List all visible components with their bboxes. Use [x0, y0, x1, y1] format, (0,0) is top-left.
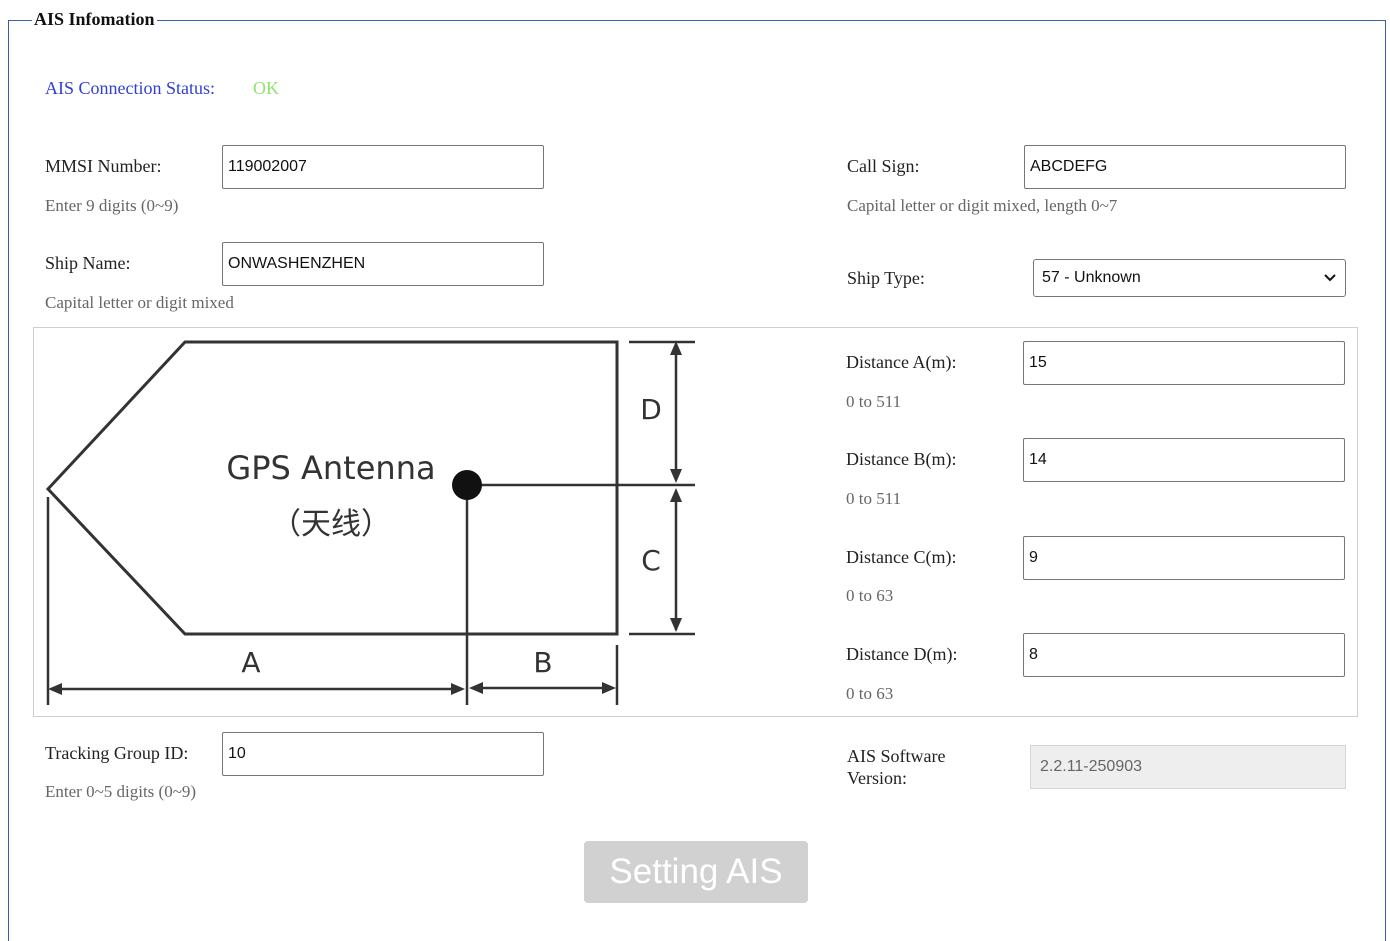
dimension-b-label: B [533, 646, 552, 679]
distance-c-label: Distance C(m): [846, 547, 957, 567]
section-title: AIS Infomation [32, 9, 157, 30]
ship-type-selected: 57 - Unknown [1042, 269, 1141, 286]
gps-antenna-dot [452, 470, 482, 500]
tracking-group-input[interactable] [222, 732, 544, 776]
ship-name-label: Ship Name: [45, 253, 131, 273]
distance-c-hint: 0 to 63 [846, 586, 894, 605]
distance-b-hint: 0 to 511 [846, 489, 902, 508]
distance-a-hint: 0 to 511 [846, 392, 902, 411]
ship-type-label: Ship Type: [847, 268, 925, 288]
call-sign-hint: Capital letter or digit mixed, length 0~… [847, 196, 1118, 215]
tracking-group-label: Tracking Group ID: [45, 743, 189, 763]
setting-ais-button[interactable]: Setting AIS [584, 841, 808, 903]
chevron-down-icon [1324, 260, 1336, 309]
ship-name-input[interactable] [222, 242, 544, 286]
antenna-position-diagram: GPS Antenna （天线） D C A B [45, 340, 695, 705]
software-version-label: AIS Software Version: [847, 745, 945, 789]
ship-hull-outline [45, 340, 619, 636]
distance-d-hint: 0 to 63 [846, 684, 894, 703]
call-sign-label: Call Sign: [847, 156, 920, 176]
dimension-a-label: A [241, 646, 260, 679]
mmsi-hint: Enter 9 digits (0~9) [45, 196, 179, 215]
distance-a-input[interactable] [1023, 341, 1345, 385]
distance-d-label: Distance D(m): [846, 644, 958, 664]
call-sign-input[interactable] [1024, 145, 1346, 189]
antenna-label: GPS Antenna [226, 449, 435, 487]
tracking-group-hint: Enter 0~5 digits (0~9) [45, 782, 197, 801]
mmsi-label: MMSI Number: [45, 156, 162, 176]
software-version-label-line2: Version: [847, 768, 907, 788]
connection-status-value: OK [253, 78, 279, 98]
ship-type-select[interactable]: 57 - Unknown [1033, 259, 1346, 297]
distance-b-input[interactable] [1023, 438, 1345, 482]
ship-name-hint: Capital letter or digit mixed [45, 293, 234, 312]
dimension-d-label: D [640, 393, 662, 426]
software-version-field: 2.2.11-250903 [1030, 745, 1346, 789]
connection-status-label: AIS Connection Status: [45, 78, 215, 98]
distance-b-label: Distance B(m): [846, 449, 957, 469]
mmsi-input[interactable] [222, 145, 544, 189]
dimension-c-label: C [641, 544, 661, 577]
software-version-label-line1: AIS Software [847, 746, 946, 766]
distance-c-input[interactable] [1023, 536, 1345, 580]
distance-d-input[interactable] [1023, 633, 1345, 677]
distance-a-label: Distance A(m): [846, 352, 957, 372]
antenna-cn-label: （天线） [271, 507, 391, 542]
